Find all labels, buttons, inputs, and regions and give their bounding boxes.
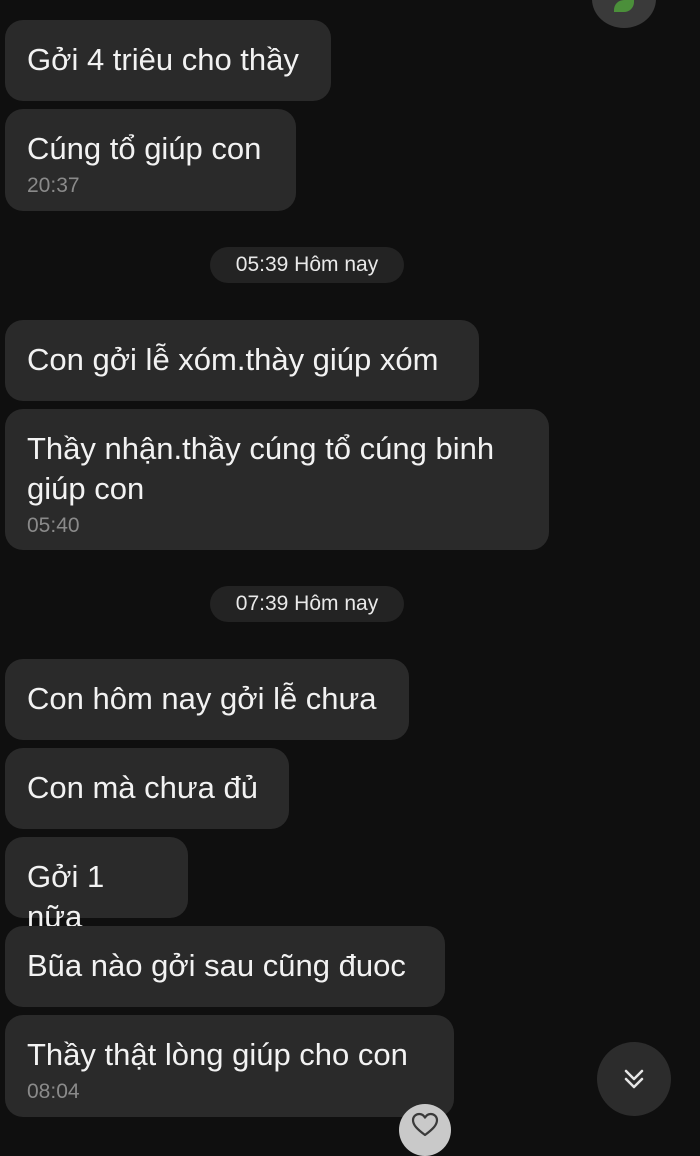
message-bubble[interactable]: Con hôm nay gởi lễ chưa: [5, 659, 409, 740]
message-bubble[interactable]: Cúng tổ giúp con 20:37: [5, 109, 296, 211]
scroll-to-bottom-button[interactable]: [597, 1042, 671, 1116]
message-bubble[interactable]: Gởi 4 triêu cho thầy: [5, 20, 331, 101]
double-chevron-down-icon: [624, 1069, 644, 1089]
message-text: Bũa nào gởi sau cũng đuoc: [27, 948, 406, 983]
plant-avatar-icon: [614, 0, 634, 12]
message-bubble[interactable]: Bũa nào gởi sau cũng đuoc: [5, 926, 445, 1007]
message-text: Con hôm nay gởi lễ chưa: [27, 681, 377, 716]
message-bubble[interactable]: Con gởi lễ xóm.thày giúp xóm: [5, 320, 479, 401]
message-bubble[interactable]: Thầy nhận.thầy cúng tổ cúng binh giúp co…: [5, 409, 549, 550]
heart-icon: [411, 1112, 439, 1137]
message-bubble[interactable]: Gởi 1 nữa: [5, 837, 188, 934]
date-separator: 07:39 Hôm nay: [210, 586, 404, 622]
contact-avatar[interactable]: [592, 0, 656, 28]
message-time: 05:40: [27, 514, 80, 537]
message-text: Gởi 1 nữa: [27, 859, 113, 934]
message-time: 20:37: [27, 174, 80, 197]
chat-thread: Gởi 4 triêu cho thầy Cúng tổ giúp con 20…: [0, 0, 700, 1156]
message-time: 08:04: [27, 1080, 80, 1103]
message-text: Thầy nhận.thầy cúng tổ cúng binh giúp co…: [27, 431, 503, 506]
message-text: Con mà chưa đủ: [27, 770, 258, 805]
date-separator: 05:39 Hôm nay: [210, 247, 404, 283]
message-text: Cúng tổ giúp con: [27, 131, 262, 166]
message-bubble[interactable]: Con mà chưa đủ: [5, 748, 289, 829]
message-text: Con gởi lễ xóm.thày giúp xóm: [27, 342, 439, 377]
reaction-button[interactable]: [399, 1104, 451, 1156]
message-text: Thầy thật lòng giúp cho con: [27, 1037, 408, 1072]
message-bubble[interactable]: Thầy thật lòng giúp cho con 08:04: [5, 1015, 454, 1117]
message-text: Gởi 4 triêu cho thầy: [27, 42, 299, 77]
